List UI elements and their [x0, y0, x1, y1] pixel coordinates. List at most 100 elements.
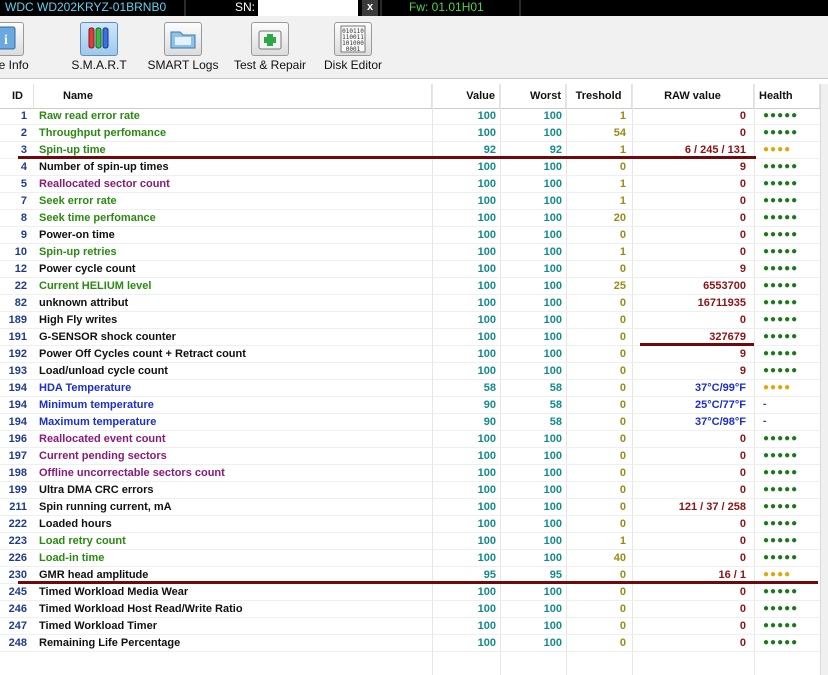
attribute-health: ●●●●● [763, 467, 799, 478]
attribute-threshold: 0 [619, 314, 626, 326]
col-id-header[interactable]: ID [0, 84, 34, 108]
attribute-name: Raw read error rate [39, 110, 140, 122]
attribute-raw-value: 37°C/99°F [695, 382, 746, 394]
attribute-id: 12 [14, 263, 27, 275]
table-row[interactable]: 2 Throughput perfomance 100 100 54 0 ●●●●● [0, 125, 820, 142]
attribute-threshold: 1 [619, 535, 626, 547]
attribute-name: Power-on time [39, 229, 115, 241]
attribute-name: Maximum temperature [39, 416, 157, 428]
disk-editor-button[interactable]: 010110 110011 101000 0001 Disk Editor [318, 16, 388, 76]
attribute-health: ●●●●● [763, 110, 799, 121]
table-row[interactable]: 199 Ultra DMA CRC errors 100 100 0 0 ●●●●● [0, 482, 820, 499]
attribute-threshold: 0 [619, 399, 626, 411]
col-value-header[interactable]: Value [432, 84, 500, 108]
attribute-health: ●●●● [763, 382, 792, 393]
drive-info-button[interactable]: i rive Info [0, 16, 52, 76]
attribute-worst: 100 [543, 229, 562, 241]
attribute-value: 100 [477, 620, 496, 632]
table-row[interactable]: 5 Reallocated sector count 100 100 1 0 ●●●●● [0, 176, 820, 193]
attribute-value: 58 [483, 382, 496, 394]
attribute-worst: 58 [549, 416, 562, 428]
table-row[interactable]: 189 High Fly writes 100 100 0 0 ●●●●● [0, 312, 820, 329]
table-row[interactable]: 22 Current HELIUM level 100 100 25 6553700 ●●●… [0, 278, 820, 295]
attribute-name: Loaded hours [39, 518, 112, 530]
table-row[interactable]: 12 Power cycle count 100 100 0 9 ●●●●● [0, 261, 820, 278]
info-icon: i [0, 22, 24, 56]
attribute-id: 22 [14, 280, 27, 292]
attribute-raw-value: 9 [739, 348, 746, 360]
table-row[interactable]: 193 Load/unload cycle count 100 100 0 9 ●●●●● [0, 363, 820, 380]
table-row[interactable]: 211 Spin running current, mA 100 100 0 121 / … [0, 499, 820, 516]
attribute-threshold: 0 [619, 297, 626, 309]
attribute-health: ●●●●● [763, 178, 799, 189]
attribute-worst: 100 [543, 484, 562, 496]
attribute-threshold: 0 [619, 620, 626, 632]
table-row[interactable]: 196 Reallocated event count 100 100 0 0 ●●●●● [0, 431, 820, 448]
col-worst-header[interactable]: Worst [500, 84, 566, 108]
col-name-header[interactable]: Name [34, 84, 432, 108]
table-row[interactable]: 4 Number of spin-up times 100 100 0 9 ●●●●● [0, 159, 820, 176]
attribute-health: - [763, 399, 768, 410]
table-row[interactable]: 248 Remaining Life Percentage 100 100 0 0 ●●●●… [0, 635, 820, 652]
smart-label: S.M.A.R.T [71, 58, 127, 72]
attribute-health: ●●●●● [763, 484, 799, 495]
attribute-id: 193 [8, 365, 27, 377]
attribute-raw-value: 25°C/77°F [695, 399, 746, 411]
attribute-threshold: 0 [619, 501, 626, 513]
col-threshold-header[interactable]: Treshold [566, 84, 632, 108]
attribute-value: 100 [477, 161, 496, 173]
attribute-worst: 100 [543, 331, 562, 343]
table-row[interactable]: 197 Current pending sectors 100 100 0 0 ●●●●● [0, 448, 820, 465]
attribute-health: ●●●●● [763, 433, 799, 444]
col-raw-header[interactable]: RAW value [632, 84, 754, 108]
table-row[interactable]: 82 unknown attribut 100 100 0 16711935 ●●●●● [0, 295, 820, 312]
table-row[interactable]: 8 Seek time perfomance 100 100 20 0 ●●●●● [0, 210, 820, 227]
attribute-worst: 100 [543, 161, 562, 173]
table-row[interactable]: 247 Timed Workload Timer 100 100 0 0 ●●●●● [0, 618, 820, 635]
table-row[interactable]: 222 Loaded hours 100 100 0 0 ●●●●● [0, 516, 820, 533]
attribute-value: 100 [477, 484, 496, 496]
smart-attributes-table[interactable]: 1 Raw read error rate 100 100 1 0 ●●●●● 2 Throug… [0, 108, 820, 652]
table-row[interactable]: 198 Offline uncorrectable sectors count 10… [0, 465, 820, 482]
table-row[interactable]: 194 Maximum temperature 90 58 0 37°C/98°F - [0, 414, 820, 431]
attribute-id: 191 [8, 331, 27, 343]
smart-table-header: ID Name Value Worst Treshold RAW value H… [0, 84, 820, 109]
table-row[interactable]: 7 Seek error rate 100 100 1 0 ●●●●● [0, 193, 820, 210]
table-row[interactable]: 245 Timed Workload Media Wear 100 100 0 0 ●●●●… [0, 584, 820, 601]
table-row[interactable]: 192 Power Off Cycles count + Retract coun… [0, 346, 820, 363]
table-row[interactable]: 223 Load retry count 100 100 1 0 ●●●●● [0, 533, 820, 550]
attribute-name: G-SENSOR shock counter [39, 331, 176, 343]
test-repair-button[interactable]: Test & Repair [229, 16, 311, 76]
attribute-name: Load retry count [39, 535, 126, 547]
col-health-header[interactable]: Health [754, 84, 820, 108]
attribute-worst: 100 [543, 433, 562, 445]
table-row[interactable]: 1 Raw read error rate 100 100 1 0 ●●●●● [0, 108, 820, 125]
attribute-threshold: 0 [619, 467, 626, 479]
attribute-id: 7 [20, 195, 27, 207]
attribute-value: 100 [477, 246, 496, 258]
firmware-label: Fw: 01.01H01 [409, 0, 484, 14]
attribute-health: ●●●●● [763, 552, 799, 563]
attribute-id: 247 [8, 620, 27, 632]
table-row[interactable]: 194 Minimum temperature 90 58 0 25°C/77°F - [0, 397, 820, 414]
attribute-health: ●●●●● [763, 263, 799, 274]
smart-button[interactable]: S.M.A.R.T [64, 16, 134, 76]
table-row[interactable]: 10 Spin-up retries 100 100 1 0 ●●●●● [0, 244, 820, 261]
table-row[interactable]: 246 Timed Workload Host Read/Write Ratio 1… [0, 601, 820, 618]
attribute-threshold: 0 [619, 416, 626, 428]
folder-icon [164, 22, 202, 56]
vertical-scrollbar[interactable] [820, 84, 828, 675]
annotation-underline [18, 156, 756, 159]
clear-serial-button[interactable]: x [362, 0, 378, 16]
serial-number-field[interactable] [258, 0, 358, 16]
attribute-value: 100 [477, 280, 496, 292]
table-row[interactable]: 194 HDA Temperature 58 58 0 37°C/99°F ●●●● [0, 380, 820, 397]
smart-logs-button[interactable]: SMART Logs [143, 16, 223, 76]
table-row[interactable]: 9 Power-on time 100 100 0 0 ●●●●● [0, 227, 820, 244]
attribute-threshold: 0 [619, 484, 626, 496]
table-row[interactable]: 226 Load-in time 100 100 40 0 ●●●●● [0, 550, 820, 567]
attribute-raw-value: 0 [739, 433, 746, 445]
attribute-id: 199 [8, 484, 27, 496]
attribute-name: Spin-up retries [39, 246, 117, 258]
disk-editor-label: Disk Editor [323, 58, 382, 72]
